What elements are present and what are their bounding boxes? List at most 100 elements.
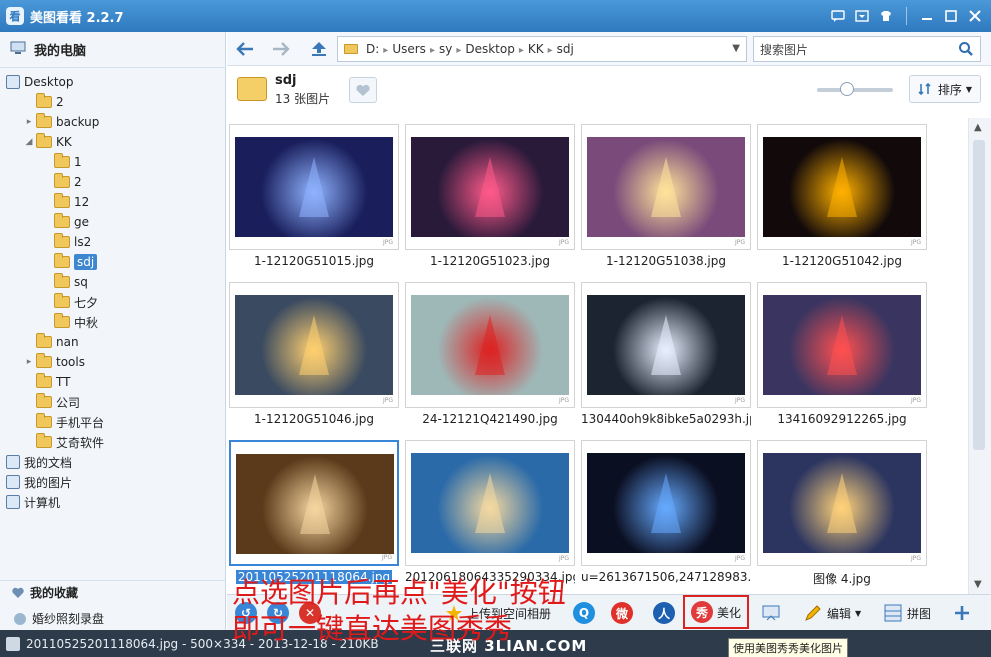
thumbnail-frame[interactable]: JPG — [229, 124, 399, 250]
feedback-icon[interactable] — [828, 6, 848, 26]
scroll-down-icon[interactable]: ▼ — [974, 579, 982, 590]
thumbnail-image[interactable] — [587, 295, 745, 395]
chevron-down-icon[interactable]: ▼ — [732, 43, 740, 54]
tree-item[interactable]: ls2 — [0, 232, 225, 252]
thumbnail-frame[interactable]: JPG — [757, 282, 927, 408]
thumbnail-image[interactable] — [411, 137, 569, 237]
expand-arrow-icon[interactable]: ◢ — [24, 137, 34, 147]
thumbnail-frame[interactable]: JPG — [581, 282, 751, 408]
thumbnail[interactable]: JPG 20110525201118064.jpg — [229, 440, 399, 584]
thumbnail[interactable]: JPG 20120618064335290334.jpg — [405, 440, 575, 584]
edit-button[interactable]: 编辑 ▼ — [803, 600, 861, 626]
breadcrumb-item[interactable]: Desktop — [465, 42, 515, 56]
expand-arrow-icon[interactable]: ▸ — [24, 357, 34, 367]
breadcrumb-separator-icon[interactable]: ▸ — [519, 45, 524, 56]
thumbnail-image[interactable] — [587, 137, 745, 237]
thumbnail[interactable]: JPG 1-12120G51038.jpg — [581, 124, 751, 268]
breadcrumb-separator-icon[interactable]: ▸ — [430, 45, 435, 56]
thumbnail-frame[interactable]: JPG — [229, 282, 399, 408]
tree-item[interactable]: ge — [0, 212, 225, 232]
tree-item[interactable]: Desktop — [0, 72, 225, 92]
thumbnail-frame[interactable]: JPG — [405, 282, 575, 408]
tree-item[interactable]: 艾奇软件 — [0, 432, 225, 452]
back-button[interactable] — [233, 38, 257, 60]
thumbnail[interactable]: JPG 130440oh9k8ibke5a0293h.jpg — [581, 282, 751, 426]
breadcrumb-separator-icon[interactable]: ▸ — [456, 45, 461, 56]
thumbnail-image[interactable] — [235, 137, 393, 237]
thumbnail-frame[interactable]: JPG — [405, 440, 575, 566]
sort-button[interactable]: 排序 ▼ — [909, 75, 981, 103]
thumbnail[interactable]: JPG 1-12120G51046.jpg — [229, 282, 399, 426]
minimize-icon[interactable] — [917, 6, 937, 26]
thumbnail-image[interactable] — [763, 137, 921, 237]
menu-icon[interactable] — [852, 6, 872, 26]
thumbnail[interactable]: JPG 13416092912265.jpg — [757, 282, 927, 426]
meihua-button[interactable]: 秀 美化 — [683, 595, 750, 629]
thumbnail-frame[interactable]: JPG — [229, 440, 399, 566]
thumbnail-image[interactable] — [411, 453, 569, 553]
tree-item[interactable]: 计算机 — [0, 492, 225, 512]
add-favorite-button[interactable] — [349, 77, 377, 103]
zoom-slider[interactable] — [817, 82, 893, 96]
thumbnail[interactable]: JPG u=2613671506,247128983... — [581, 440, 751, 584]
breadcrumb-item[interactable]: D: — [366, 42, 379, 56]
forward-button[interactable] — [269, 38, 293, 60]
tree-item[interactable]: ▸ tools — [0, 352, 225, 372]
thumbnail-frame[interactable]: JPG — [581, 440, 751, 566]
breadcrumb-item[interactable]: sdj — [557, 42, 574, 56]
search-icon[interactable] — [958, 41, 974, 60]
vertical-scrollbar[interactable]: ▲ ▼ — [968, 118, 991, 594]
tree-item[interactable]: 公司 — [0, 392, 225, 412]
thumbnail[interactable]: JPG 24-12121Q421490.jpg — [405, 282, 575, 426]
search-input[interactable]: 搜索图片 — [753, 36, 981, 62]
thumbnail-image[interactable] — [763, 453, 921, 553]
thumbnail[interactable]: JPG 1-12120G51042.jpg — [757, 124, 927, 268]
add-button[interactable] — [953, 600, 971, 626]
address-bar[interactable]: D: ▸ Users ▸ sy ▸ Desktop ▸ KK ▸ sdj ▼ — [337, 36, 747, 62]
thumbnail-frame[interactable]: JPG — [581, 124, 751, 250]
up-folder-button[interactable] — [307, 38, 331, 60]
tree-item[interactable]: sq — [0, 272, 225, 292]
tree-item[interactable]: 1 — [0, 152, 225, 172]
breadcrumb-item[interactable]: sy — [439, 42, 452, 56]
tree-item[interactable]: 中秋 — [0, 312, 225, 332]
puzzle-button[interactable]: 拼图 — [883, 600, 931, 626]
zoom-slider-handle[interactable] — [840, 82, 855, 96]
breadcrumb-separator-icon[interactable]: ▸ — [383, 45, 388, 56]
sidebar-header[interactable]: 我的电脑 — [0, 32, 225, 68]
close-icon[interactable] — [965, 6, 985, 26]
tree-item[interactable]: 12 — [0, 192, 225, 212]
scrollbar-thumb[interactable] — [973, 140, 985, 450]
tree-item[interactable]: nan — [0, 332, 225, 352]
chevron-down-icon[interactable]: ▼ — [855, 609, 861, 618]
favorites-header[interactable]: 我的收藏 — [0, 580, 226, 604]
thumbnail-image[interactable] — [235, 295, 393, 395]
breadcrumb-item[interactable]: Users — [392, 42, 426, 56]
thumbnail[interactable]: JPG 1-12120G51015.jpg — [229, 124, 399, 268]
qzone-button[interactable]: Q — [573, 600, 595, 626]
tree-item[interactable]: sdj — [0, 252, 225, 272]
thumbnail[interactable]: JPG 1-12120G51023.jpg — [405, 124, 575, 268]
weibo-button[interactable]: 微 — [611, 600, 633, 626]
thumbnail[interactable]: JPG 图像 4.jpg — [757, 440, 927, 587]
tree-item[interactable]: ◢ KK — [0, 132, 225, 152]
tree-item[interactable]: 七夕 — [0, 292, 225, 312]
tree-item[interactable]: TT — [0, 372, 225, 392]
thumbnail-image[interactable] — [411, 295, 569, 395]
skin-icon[interactable] — [876, 6, 896, 26]
thumbnail-image[interactable] — [587, 453, 745, 553]
thumbnail-image[interactable] — [763, 295, 921, 395]
tree-item[interactable]: ▸ backup — [0, 112, 225, 132]
slideshow-button[interactable] — [761, 600, 781, 626]
breadcrumb-separator-icon[interactable]: ▸ — [548, 45, 553, 56]
tree-item[interactable]: 2 — [0, 92, 225, 112]
thumbnail-frame[interactable]: JPG — [405, 124, 575, 250]
tree-item[interactable]: 我的文档 — [0, 452, 225, 472]
breadcrumb-item[interactable]: KK — [528, 42, 544, 56]
thumbnail-frame[interactable]: JPG — [757, 124, 927, 250]
maximize-icon[interactable] — [941, 6, 961, 26]
thumbnail-image[interactable] — [236, 454, 394, 554]
tree-item[interactable]: 2 — [0, 172, 225, 192]
tree-item[interactable]: 手机平台 — [0, 412, 225, 432]
thumbnail-frame[interactable]: JPG — [757, 440, 927, 566]
